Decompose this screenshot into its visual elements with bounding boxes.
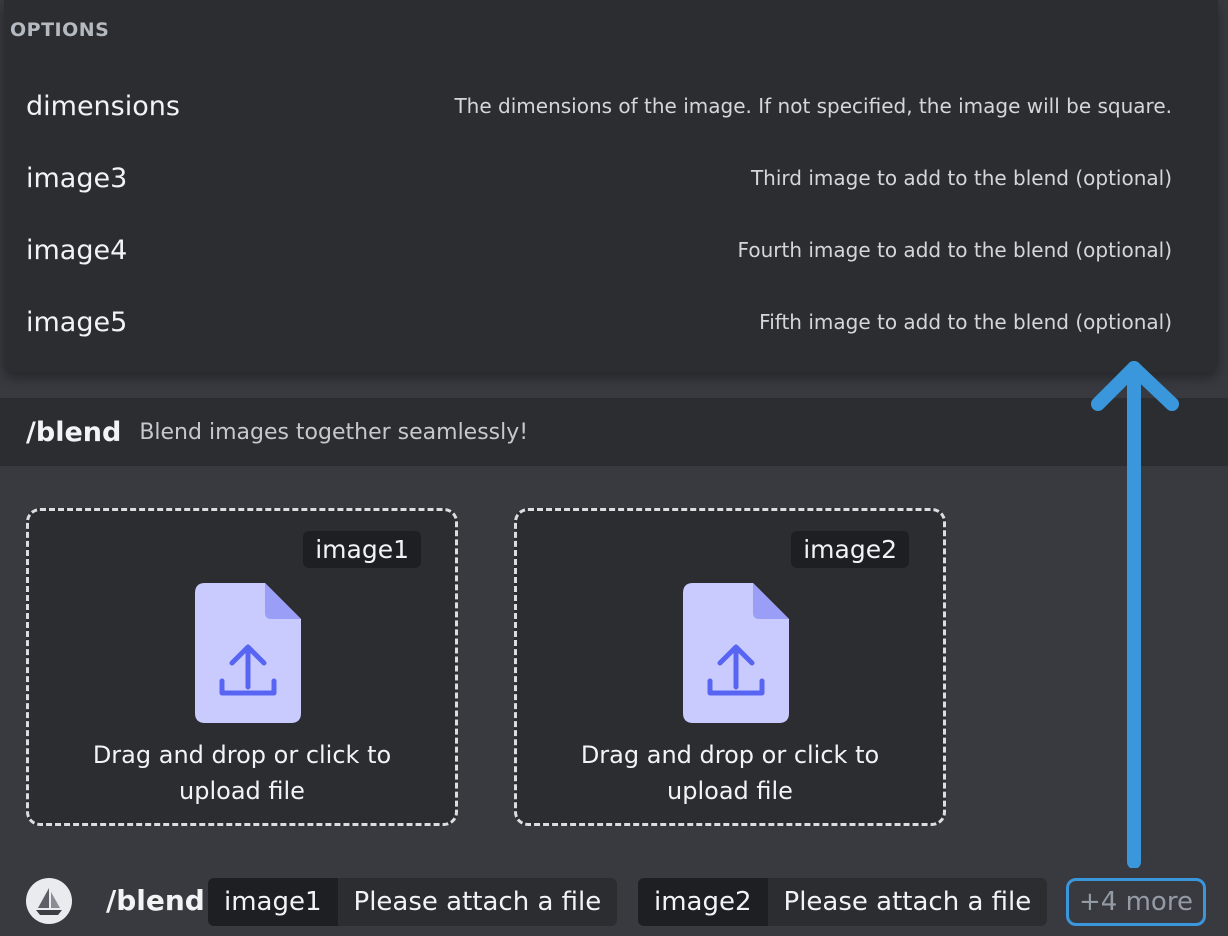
option-name: image3: [26, 162, 128, 194]
options-heading: OPTIONS: [10, 19, 110, 41]
option-description: Fifth image to add to the blend (optiona…: [759, 310, 1172, 334]
file-upload-icon: [195, 583, 301, 723]
option-image4[interactable]: image4 Fourth image to add to the blend …: [26, 228, 1172, 272]
option-dimensions[interactable]: dimensions The dimensions of the image. …: [26, 84, 1172, 128]
param-key: image1: [208, 878, 338, 926]
upload-instructions-line1: Drag and drop or click to: [92, 741, 392, 769]
option-description: Fourth image to add to the blend (option…: [737, 238, 1172, 262]
upload-instructions-line1: Drag and drop or click to: [580, 741, 880, 769]
message-input-bar[interactable]: /blend image1 Please attach a file image…: [0, 856, 1228, 936]
option-image3[interactable]: image3 Third image to add to the blend (…: [26, 156, 1172, 200]
more-options-button[interactable]: +4 more: [1066, 878, 1206, 926]
sailboat-icon: [36, 888, 62, 915]
upload-dropzone-image1[interactable]: image1 Drag and drop or click to upload …: [26, 508, 458, 826]
param-pill-image1[interactable]: image1 Please attach a file: [208, 878, 618, 926]
option-name: image4: [26, 234, 128, 266]
param-value: Please attach a file: [353, 887, 602, 917]
input-command-name: /blend: [106, 884, 205, 917]
option-description: The dimensions of the image. If not spec…: [454, 94, 1172, 118]
command-header: /blend Blend images together seamlessly!: [0, 398, 1228, 466]
command-description: Blend images together seamlessly!: [139, 419, 529, 445]
param-pill-image2[interactable]: image2 Please attach a file: [638, 878, 1048, 926]
upload-instructions: Drag and drop or click to upload file: [29, 737, 455, 809]
arrow-up-icon: [1091, 361, 1179, 868]
upload-dropzone-image2[interactable]: image2 Drag and drop or click to upload …: [514, 508, 946, 826]
param-key: image2: [638, 878, 768, 926]
option-image5[interactable]: image5 Fifth image to add to the blend (…: [26, 300, 1172, 344]
upload-area: image1 Drag and drop or click to upload …: [0, 466, 1228, 856]
file-upload-icon: [683, 583, 789, 723]
param-value: Please attach a file: [783, 887, 1032, 917]
upload-instructions-line2: upload file: [179, 777, 305, 805]
options-popup: OPTIONS dimensions The dimensions of the…: [4, 0, 1218, 372]
upload-tag: image1: [303, 531, 421, 568]
upload-instructions: Drag and drop or click to upload file: [517, 737, 943, 809]
slash-command-ui: OPTIONS dimensions The dimensions of the…: [0, 0, 1228, 936]
bot-avatar: [26, 878, 72, 924]
option-description: Third image to add to the blend (optiona…: [750, 166, 1172, 190]
upload-instructions-line2: upload file: [667, 777, 793, 805]
upload-tag: image2: [791, 531, 909, 568]
option-name: dimensions: [26, 90, 180, 122]
option-name: image5: [26, 306, 128, 338]
command-name: /blend: [26, 416, 122, 448]
